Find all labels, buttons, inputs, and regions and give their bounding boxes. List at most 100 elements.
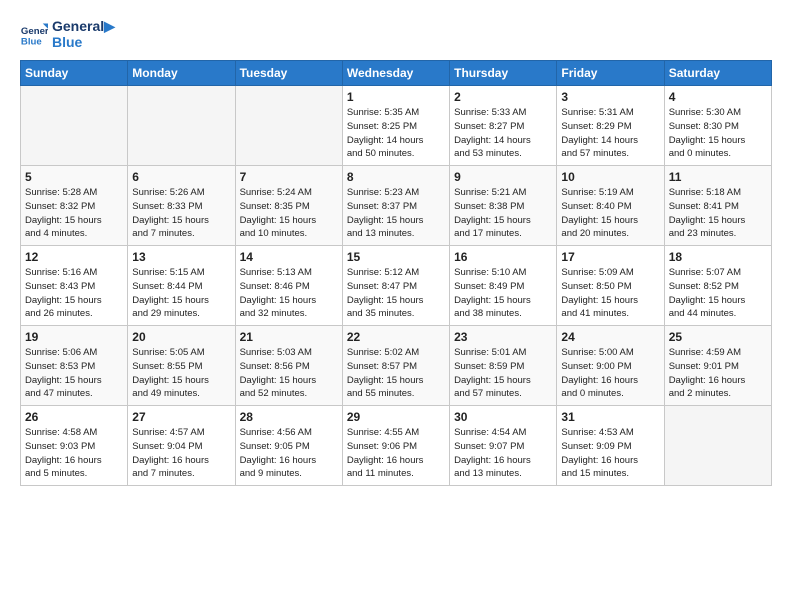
day-number: 8 (347, 170, 445, 184)
day-number: 19 (25, 330, 123, 344)
day-number: 5 (25, 170, 123, 184)
day-info: Sunrise: 4:56 AM Sunset: 9:05 PM Dayligh… (240, 426, 338, 481)
day-of-week-header: Thursday (450, 61, 557, 86)
calendar-cell: 13 Sunrise: 5:15 AM Sunset: 8:44 PM Dayli… (128, 246, 235, 326)
day-number: 22 (347, 330, 445, 344)
calendar-cell: 2 Sunrise: 5:33 AM Sunset: 8:27 PM Daylig… (450, 86, 557, 166)
calendar-header-row: SundayMondayTuesdayWednesdayThursdayFrid… (21, 61, 772, 86)
calendar-cell: 24 Sunrise: 5:00 AM Sunset: 9:00 PM Dayli… (557, 326, 664, 406)
day-info: Sunrise: 4:57 AM Sunset: 9:04 PM Dayligh… (132, 426, 230, 481)
day-of-week-header: Monday (128, 61, 235, 86)
day-number: 15 (347, 250, 445, 264)
calendar-cell: 5 Sunrise: 5:28 AM Sunset: 8:32 PM Daylig… (21, 166, 128, 246)
svg-text:General: General (21, 26, 48, 37)
calendar-table: SundayMondayTuesdayWednesdayThursdayFrid… (20, 60, 772, 486)
day-info: Sunrise: 5:28 AM Sunset: 8:32 PM Dayligh… (25, 186, 123, 241)
calendar-cell: 3Sunrise: 5:31 AM Sunset: 8:29 PM Daylig… (557, 86, 664, 166)
calendar-cell: 15 Sunrise: 5:12 AM Sunset: 8:47 PM Dayli… (342, 246, 449, 326)
day-number: 7 (240, 170, 338, 184)
day-info: Sunrise: 5:13 AM Sunset: 8:46 PM Dayligh… (240, 266, 338, 321)
day-info: Sunrise: 5:19 AM Sunset: 8:40 PM Dayligh… (561, 186, 659, 241)
day-info: Sunrise: 4:58 AM Sunset: 9:03 PM Dayligh… (25, 426, 123, 481)
day-number: 31 (561, 410, 659, 424)
day-of-week-header: Wednesday (342, 61, 449, 86)
calendar-cell: 20 Sunrise: 5:05 AM Sunset: 8:55 PM Dayli… (128, 326, 235, 406)
day-number: 16 (454, 250, 552, 264)
calendar-week-row: 1 Sunrise: 5:35 AM Sunset: 8:25 PM Daylig… (21, 86, 772, 166)
calendar-cell: 7Sunrise: 5:24 AM Sunset: 8:35 PM Daylig… (235, 166, 342, 246)
day-info: Sunrise: 5:06 AM Sunset: 8:53 PM Dayligh… (25, 346, 123, 401)
day-number: 21 (240, 330, 338, 344)
day-of-week-header: Tuesday (235, 61, 342, 86)
day-of-week-header: Friday (557, 61, 664, 86)
day-info: Sunrise: 5:15 AM Sunset: 8:44 PM Dayligh… (132, 266, 230, 321)
day-number: 29 (347, 410, 445, 424)
day-info: Sunrise: 5:03 AM Sunset: 8:56 PM Dayligh… (240, 346, 338, 401)
day-of-week-header: Saturday (664, 61, 771, 86)
calendar-cell: 11Sunrise: 5:18 AM Sunset: 8:41 PM Dayli… (664, 166, 771, 246)
calendar-cell: 10 Sunrise: 5:19 AM Sunset: 8:40 PM Dayli… (557, 166, 664, 246)
logo-icon: General Blue (20, 20, 48, 48)
logo: General Blue General▶ Blue (20, 18, 115, 50)
calendar-cell: 25 Sunrise: 4:59 AM Sunset: 9:01 PM Dayli… (664, 326, 771, 406)
day-info: Sunrise: 4:59 AM Sunset: 9:01 PM Dayligh… (669, 346, 767, 401)
calendar-cell: 22 Sunrise: 5:02 AM Sunset: 8:57 PM Dayli… (342, 326, 449, 406)
calendar-week-row: 12Sunrise: 5:16 AM Sunset: 8:43 PM Dayli… (21, 246, 772, 326)
day-info: Sunrise: 5:00 AM Sunset: 9:00 PM Dayligh… (561, 346, 659, 401)
day-info: Sunrise: 5:23 AM Sunset: 8:37 PM Dayligh… (347, 186, 445, 241)
day-info: Sunrise: 5:09 AM Sunset: 8:50 PM Dayligh… (561, 266, 659, 321)
calendar-cell: 28Sunrise: 4:56 AM Sunset: 9:05 PM Dayli… (235, 406, 342, 486)
calendar-cell (664, 406, 771, 486)
day-info: Sunrise: 5:07 AM Sunset: 8:52 PM Dayligh… (669, 266, 767, 321)
day-info: Sunrise: 5:02 AM Sunset: 8:57 PM Dayligh… (347, 346, 445, 401)
day-number: 1 (347, 90, 445, 104)
day-number: 4 (669, 90, 767, 104)
day-number: 27 (132, 410, 230, 424)
day-info: Sunrise: 5:26 AM Sunset: 8:33 PM Dayligh… (132, 186, 230, 241)
calendar-cell: 18 Sunrise: 5:07 AM Sunset: 8:52 PM Dayli… (664, 246, 771, 326)
calendar-cell: 12Sunrise: 5:16 AM Sunset: 8:43 PM Dayli… (21, 246, 128, 326)
day-info: Sunrise: 5:12 AM Sunset: 8:47 PM Dayligh… (347, 266, 445, 321)
day-number: 26 (25, 410, 123, 424)
calendar-cell: 26 Sunrise: 4:58 AM Sunset: 9:03 PM Dayli… (21, 406, 128, 486)
day-info: Sunrise: 5:30 AM Sunset: 8:30 PM Dayligh… (669, 106, 767, 161)
day-number: 20 (132, 330, 230, 344)
day-number: 2 (454, 90, 552, 104)
day-info: Sunrise: 4:55 AM Sunset: 9:06 PM Dayligh… (347, 426, 445, 481)
svg-text:Blue: Blue (21, 37, 42, 48)
calendar-cell (235, 86, 342, 166)
day-info: Sunrise: 5:10 AM Sunset: 8:49 PM Dayligh… (454, 266, 552, 321)
day-of-week-header: Sunday (21, 61, 128, 86)
calendar-cell (21, 86, 128, 166)
calendar-cell: 19 Sunrise: 5:06 AM Sunset: 8:53 PM Dayli… (21, 326, 128, 406)
calendar-cell: 8 Sunrise: 5:23 AM Sunset: 8:37 PM Daylig… (342, 166, 449, 246)
logo-text: General▶ Blue (52, 18, 115, 50)
calendar-cell: 1 Sunrise: 5:35 AM Sunset: 8:25 PM Daylig… (342, 86, 449, 166)
day-info: Sunrise: 5:05 AM Sunset: 8:55 PM Dayligh… (132, 346, 230, 401)
calendar-week-row: 26 Sunrise: 4:58 AM Sunset: 9:03 PM Dayli… (21, 406, 772, 486)
day-number: 13 (132, 250, 230, 264)
day-number: 3 (561, 90, 659, 104)
day-info: Sunrise: 4:53 AM Sunset: 9:09 PM Dayligh… (561, 426, 659, 481)
calendar-cell: 9Sunrise: 5:21 AM Sunset: 8:38 PM Daylig… (450, 166, 557, 246)
page-header: General Blue General▶ Blue (20, 18, 772, 50)
day-number: 25 (669, 330, 767, 344)
calendar-cell: 27 Sunrise: 4:57 AM Sunset: 9:04 PM Dayli… (128, 406, 235, 486)
day-number: 12 (25, 250, 123, 264)
day-number: 18 (669, 250, 767, 264)
day-number: 24 (561, 330, 659, 344)
day-number: 14 (240, 250, 338, 264)
calendar-cell: 31 Sunrise: 4:53 AM Sunset: 9:09 PM Dayli… (557, 406, 664, 486)
day-number: 10 (561, 170, 659, 184)
calendar-cell: 4 Sunrise: 5:30 AM Sunset: 8:30 PM Daylig… (664, 86, 771, 166)
day-info: Sunrise: 5:33 AM Sunset: 8:27 PM Dayligh… (454, 106, 552, 161)
day-number: 11 (669, 170, 767, 184)
day-info: Sunrise: 4:54 AM Sunset: 9:07 PM Dayligh… (454, 426, 552, 481)
calendar-page: General Blue General▶ Blue SundayMondayT… (0, 0, 792, 496)
day-number: 9 (454, 170, 552, 184)
calendar-cell: 6Sunrise: 5:26 AM Sunset: 8:33 PM Daylig… (128, 166, 235, 246)
day-info: Sunrise: 5:01 AM Sunset: 8:59 PM Dayligh… (454, 346, 552, 401)
calendar-cell (128, 86, 235, 166)
calendar-cell: 17Sunrise: 5:09 AM Sunset: 8:50 PM Dayli… (557, 246, 664, 326)
day-info: Sunrise: 5:35 AM Sunset: 8:25 PM Dayligh… (347, 106, 445, 161)
